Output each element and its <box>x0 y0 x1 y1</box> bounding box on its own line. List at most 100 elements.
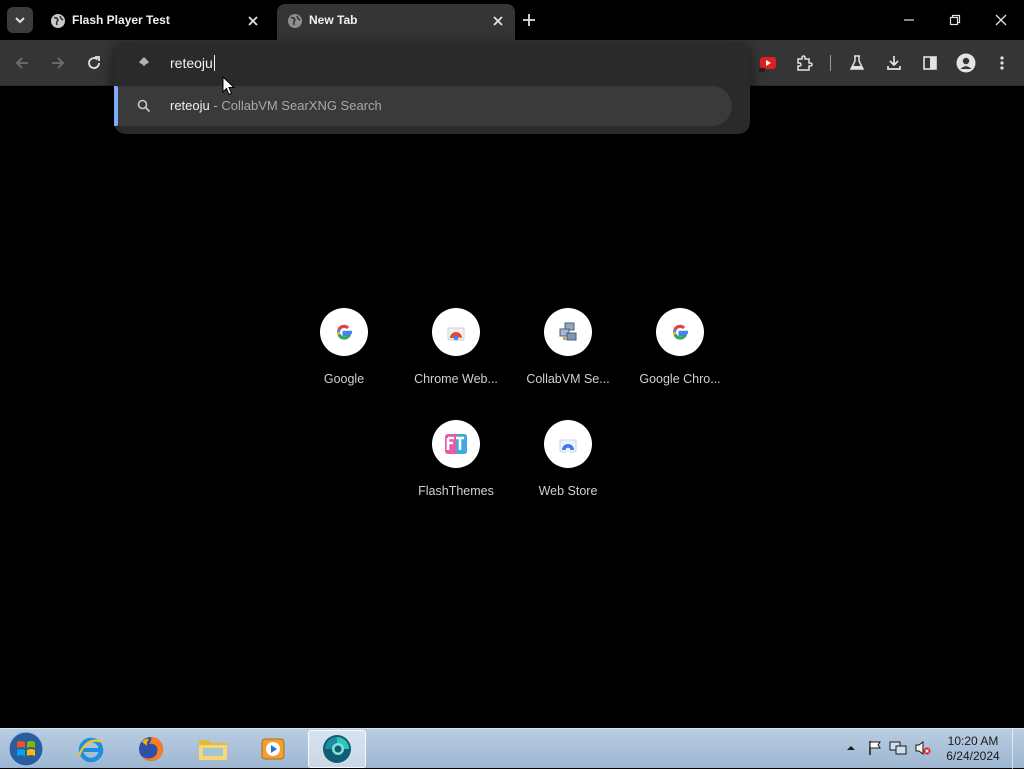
windows-taskbar: 10:20 AM 6/24/2024 <box>0 728 1024 769</box>
puzzle-piece-icon <box>797 55 813 71</box>
start-button[interactable] <box>6 730 46 768</box>
action-center-tray[interactable] <box>866 739 884 757</box>
chevron-down-icon <box>15 17 25 24</box>
volume-muted-icon <box>915 741 931 755</box>
firefox-icon <box>139 737 163 761</box>
taskbar-clock[interactable]: 10:20 AM 6/24/2024 <box>942 734 1004 764</box>
clock-date: 6/24/2024 <box>946 749 1000 763</box>
omnibox-suggestion[interactable]: reteoju - CollabVM SearXNG Search <box>114 86 732 126</box>
volume-tray[interactable] <box>914 739 932 757</box>
shortcut-web-store[interactable]: Web Store <box>512 420 624 520</box>
close-icon <box>995 14 1007 26</box>
restore-button[interactable] <box>940 6 970 34</box>
minimize-icon <box>904 19 914 21</box>
side-panel-icon <box>923 56 937 70</box>
forward-arrow-icon <box>52 57 65 69</box>
tab-title: Flash Player Test <box>72 13 170 27</box>
labs-button[interactable] <box>845 51 869 75</box>
forward-button[interactable] <box>46 51 70 75</box>
google-g-icon <box>337 324 352 340</box>
plus-icon <box>523 14 535 26</box>
flashthemes-ft-icon <box>445 434 467 454</box>
windows-logo-icon <box>8 731 44 767</box>
collabvm-computers-icon <box>559 322 577 341</box>
shortcut-chrome-web-store[interactable]: Chrome Web... <box>400 308 512 408</box>
chrome-app-icon <box>323 735 351 763</box>
reload-icon <box>88 56 100 69</box>
shortcut-icon-circle <box>656 308 704 356</box>
downloads-button[interactable] <box>882 51 906 75</box>
youtube-extension-icon <box>759 57 776 72</box>
profile-button[interactable] <box>954 51 978 75</box>
network-icon <box>889 741 907 755</box>
toolbar-separator <box>830 55 831 71</box>
search-icon <box>137 99 151 113</box>
shortcut-label: Chrome Web... <box>414 372 498 386</box>
suggestion-text: reteoju - CollabVM SearXNG Search <box>170 98 382 113</box>
shortcut-label: Google <box>323 372 365 386</box>
file-explorer-icon <box>199 740 227 760</box>
side-panel-button[interactable] <box>918 51 942 75</box>
taskbar-file-explorer[interactable] <box>184 730 242 768</box>
shortcut-icon-circle <box>432 308 480 356</box>
shortcut-google-chrome[interactable]: Google Chro... <box>624 308 736 408</box>
shortcut-flashthemes[interactable]: FlashThemes <box>400 420 512 520</box>
network-tray[interactable] <box>889 739 907 757</box>
omnibox-typed-text: reteoju <box>170 55 213 71</box>
shortcut-icon-circle <box>544 420 592 468</box>
youtube-extension-button[interactable] <box>756 51 780 75</box>
site-info-icon[interactable] <box>136 55 152 71</box>
mouse-pointer-icon <box>222 76 236 96</box>
shortcut-label: Web Store <box>538 484 598 498</box>
show-hidden-icons-icon <box>847 746 855 750</box>
taskbar-internet-explorer[interactable] <box>62 730 120 768</box>
new-tab-button[interactable] <box>519 10 539 30</box>
tab-title: New Tab <box>309 13 358 27</box>
tab-new-tab[interactable]: New Tab <box>277 4 515 40</box>
shortcut-icon-circle <box>544 308 592 356</box>
back-arrow-icon <box>15 57 28 69</box>
extensions-button[interactable] <box>792 51 816 75</box>
minimize-button[interactable] <box>894 6 924 34</box>
media-player-icon <box>261 738 285 760</box>
chrome-web-store-icon <box>447 327 465 341</box>
profile-avatar-icon <box>956 53 976 73</box>
close-window-button[interactable] <box>986 6 1016 34</box>
download-icon <box>887 56 901 70</box>
suggestion-engine: CollabVM SearXNG Search <box>221 98 382 113</box>
back-button[interactable] <box>10 51 34 75</box>
globe-icon <box>51 14 65 28</box>
taskbar-firefox[interactable] <box>122 730 180 768</box>
omnibox-input[interactable]: reteoju <box>170 55 215 71</box>
internet-explorer-icon <box>77 737 104 763</box>
close-tab-icon[interactable] <box>489 12 507 30</box>
tab-strip: Flash Player Test New Tab <box>0 0 1024 40</box>
suggestion-query: reteoju <box>170 98 210 113</box>
kebab-menu-icon <box>1000 56 1004 70</box>
web-store-icon <box>559 439 577 453</box>
suggestion-separator: - <box>213 98 218 113</box>
globe-icon <box>288 14 302 28</box>
action-center-flag-icon <box>869 741 881 755</box>
shortcut-google[interactable]: Google <box>288 308 400 408</box>
show-desktop-button[interactable] <box>1012 729 1024 769</box>
show-hidden-icons-button[interactable] <box>842 739 860 757</box>
shortcut-label: FlashThemes <box>418 484 494 498</box>
taskbar-media-player[interactable] <box>244 730 302 768</box>
google-g-icon <box>673 324 688 340</box>
taskbar-chrome-app[interactable] <box>308 730 366 768</box>
close-tab-icon[interactable] <box>244 12 262 30</box>
shortcut-icon-circle <box>320 308 368 356</box>
shortcut-label: CollabVM Se... <box>526 372 610 386</box>
omnibox-dropdown[interactable]: reteoju reteoju - CollabVM SearXNG Searc… <box>114 42 750 134</box>
tab-flash-player-test[interactable]: Flash Player Test <box>40 4 270 40</box>
reload-button[interactable] <box>82 51 106 75</box>
shortcut-label: Google Chro... <box>639 372 721 386</box>
shortcut-collabvm[interactable]: CollabVM Se... <box>512 308 624 408</box>
chrome-menu-button[interactable] <box>990 51 1014 75</box>
restore-icon <box>949 14 961 26</box>
tab-search-button[interactable] <box>7 7 33 33</box>
selection-indicator <box>114 86 118 126</box>
text-caret <box>213 55 215 71</box>
labs-flask-icon <box>849 55 865 70</box>
